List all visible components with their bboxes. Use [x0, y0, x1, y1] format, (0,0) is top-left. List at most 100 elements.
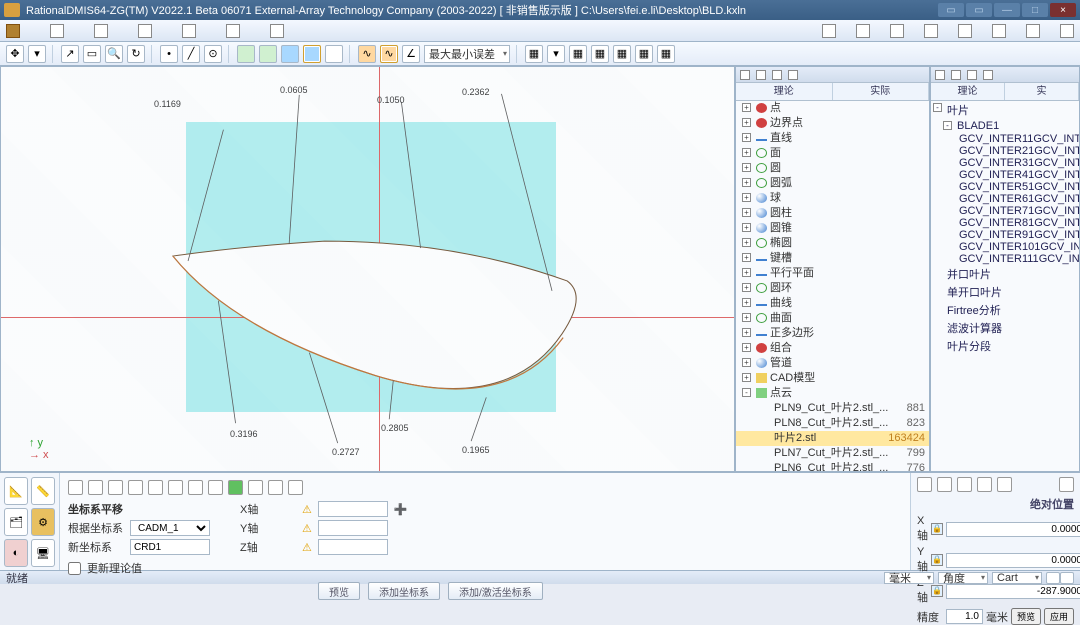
- feature-tree[interactable]: +点+边界点+直线+面+圆+圆弧+球+圆柱+圆锥+椭圆+键槽+平行平面+圆环+曲…: [736, 101, 929, 471]
- menu-icon-7[interactable]: [270, 24, 284, 38]
- add-activate-cs-button[interactable]: 添加/激活坐标系: [448, 582, 543, 600]
- dock-btn4[interactable]: ⚙: [31, 508, 55, 536]
- window-extra1-button[interactable]: ▭: [938, 3, 964, 17]
- gcv-row[interactable]: GCV_INTER11GCV_INTER11: [931, 133, 1079, 145]
- dm-ic10[interactable]: [248, 480, 263, 495]
- new-cs-input[interactable]: [130, 539, 210, 555]
- pointcloud-item[interactable]: PLN8_Cut_叶片2.stl_...823: [736, 416, 929, 431]
- zaxis-input[interactable]: [318, 539, 388, 555]
- lock-z-icon[interactable]: 🔒: [931, 585, 943, 597]
- status-unit-combo[interactable]: 毫米: [884, 572, 934, 584]
- pointcloud-item[interactable]: 叶片2.stl163424: [736, 431, 929, 446]
- status-coord-combo[interactable]: Cart: [992, 572, 1042, 584]
- menu-icon-r2[interactable]: [856, 24, 870, 38]
- feature-node[interactable]: +键槽: [736, 251, 929, 266]
- tool-x2[interactable]: ▦: [569, 45, 587, 63]
- dm-ic9[interactable]: [228, 480, 243, 495]
- dock-btn2[interactable]: 📏: [31, 477, 55, 505]
- feature-node[interactable]: +圆: [736, 161, 929, 176]
- status-ic1[interactable]: [1046, 572, 1060, 584]
- blade-tool-item[interactable]: 叶片分段: [931, 337, 1079, 355]
- feature-node[interactable]: +椭圆: [736, 236, 929, 251]
- tool-zoom[interactable]: 🔍: [105, 45, 123, 63]
- menu-icon-r6[interactable]: [992, 24, 1006, 38]
- gcv-row[interactable]: GCV_INTER111GCV_INTER111: [931, 253, 1079, 265]
- tool-drop[interactable]: ▾: [28, 45, 46, 63]
- dr-ic6[interactable]: [1059, 477, 1074, 492]
- tool-view2[interactable]: [259, 45, 277, 63]
- dr-preview-button[interactable]: 预览: [1011, 608, 1041, 625]
- tool-x6[interactable]: ▦: [657, 45, 675, 63]
- blade-tool-item[interactable]: Firtree分析: [931, 301, 1079, 319]
- dm-ic8[interactable]: [208, 480, 223, 495]
- menu-icon-r8[interactable]: [1060, 24, 1074, 38]
- gcv-row[interactable]: GCV_INTER91GCV_INTER91: [931, 229, 1079, 241]
- feature-node[interactable]: +圆环: [736, 281, 929, 296]
- dm-ic6[interactable]: [168, 480, 183, 495]
- tool-x5[interactable]: ▦: [635, 45, 653, 63]
- blade-node[interactable]: -BLADE1: [931, 119, 1079, 133]
- tool-refresh[interactable]: ↻: [127, 45, 145, 63]
- tab-actual[interactable]: 实际: [833, 83, 930, 100]
- dr-ic4[interactable]: [977, 477, 992, 492]
- tool-arrow[interactable]: ↗: [61, 45, 79, 63]
- dock-btn5[interactable]: ◐: [4, 539, 28, 567]
- preview-button[interactable]: 预览: [318, 582, 360, 600]
- pointcloud-root[interactable]: -点云: [736, 386, 929, 401]
- feature-node[interactable]: +CAD模型: [736, 371, 929, 386]
- zoom-combo[interactable]: 最大最小误差: [424, 45, 510, 63]
- yaxis-input[interactable]: [318, 520, 388, 536]
- feature-node[interactable]: +管道: [736, 356, 929, 371]
- gcv-row[interactable]: GCV_INTER31GCV_INTER31: [931, 157, 1079, 169]
- feature-node[interactable]: +组合: [736, 341, 929, 356]
- viewport-3d[interactable]: 0.06050.11690.10500.23620.31960.27270.28…: [0, 66, 735, 472]
- abs-y-input[interactable]: [946, 553, 1080, 568]
- dm-ic1[interactable]: [68, 480, 83, 495]
- blade-root[interactable]: -叶片: [931, 101, 1079, 119]
- feature-node[interactable]: +曲面: [736, 311, 929, 326]
- window-extra2-button[interactable]: ▭: [966, 3, 992, 17]
- close-button[interactable]: ×: [1050, 3, 1076, 17]
- abs-x-input[interactable]: [946, 522, 1080, 537]
- pointcloud-item[interactable]: PLN7_Cut_叶片2.stl_...799: [736, 446, 929, 461]
- gcv-row[interactable]: GCV_INTER41GCV_INTER41: [931, 169, 1079, 181]
- menu-icon-3[interactable]: [94, 24, 108, 38]
- add-cs-button[interactable]: 添加坐标系: [368, 582, 440, 600]
- dr-ic3[interactable]: [957, 477, 972, 492]
- base-cs-select[interactable]: CADM_1: [130, 520, 210, 536]
- blade-tool-item[interactable]: 单开口叶片: [931, 283, 1079, 301]
- update-theory-checkbox[interactable]: [68, 562, 81, 575]
- tool-view5[interactable]: [325, 45, 343, 63]
- feature-node[interactable]: +点: [736, 101, 929, 116]
- menu-icon-r1[interactable]: [822, 24, 836, 38]
- dr-ic2[interactable]: [937, 477, 952, 492]
- menu-icon-r5[interactable]: [958, 24, 972, 38]
- dm-ic3[interactable]: [108, 480, 123, 495]
- gcv-row[interactable]: GCV_INTER51GCV_INTER51: [931, 181, 1079, 193]
- lock-x-icon[interactable]: 🔒: [931, 523, 943, 535]
- feature-node[interactable]: +直线: [736, 131, 929, 146]
- blade-tree[interactable]: -叶片-BLADE1GCV_INTER11GCV_INTER11GCV_INTE…: [931, 101, 1079, 471]
- dock-btn6[interactable]: 🖥: [31, 539, 55, 567]
- tab-theory[interactable]: 理论: [736, 83, 833, 100]
- dr-ic1[interactable]: [917, 477, 932, 492]
- dm-ic12[interactable]: [288, 480, 303, 495]
- dm-ic11[interactable]: [268, 480, 283, 495]
- tool-point[interactable]: •: [160, 45, 178, 63]
- tool-x1[interactable]: ▦: [525, 45, 543, 63]
- dm-ic2[interactable]: [88, 480, 103, 495]
- gcv-row[interactable]: GCV_INTER21GCV_INTER21: [931, 145, 1079, 157]
- tool-angle[interactable]: ∠: [402, 45, 420, 63]
- feature-node[interactable]: +正多边形: [736, 326, 929, 341]
- tool-view1[interactable]: [237, 45, 255, 63]
- tool-x3[interactable]: ▦: [591, 45, 609, 63]
- status-angle-combo[interactable]: 角度: [938, 572, 988, 584]
- blade-tool-item[interactable]: 并口叶片: [931, 265, 1079, 283]
- gcv-row[interactable]: GCV_INTER81GCV_INTER81: [931, 217, 1079, 229]
- dm-ic7[interactable]: [188, 480, 203, 495]
- menu-icon-1[interactable]: [6, 24, 20, 38]
- dock-btn1[interactable]: 📐: [4, 477, 28, 505]
- tool-curve1[interactable]: ∿: [358, 45, 376, 63]
- dr-apply-button[interactable]: 应用: [1044, 608, 1074, 625]
- tool-x4[interactable]: ▦: [613, 45, 631, 63]
